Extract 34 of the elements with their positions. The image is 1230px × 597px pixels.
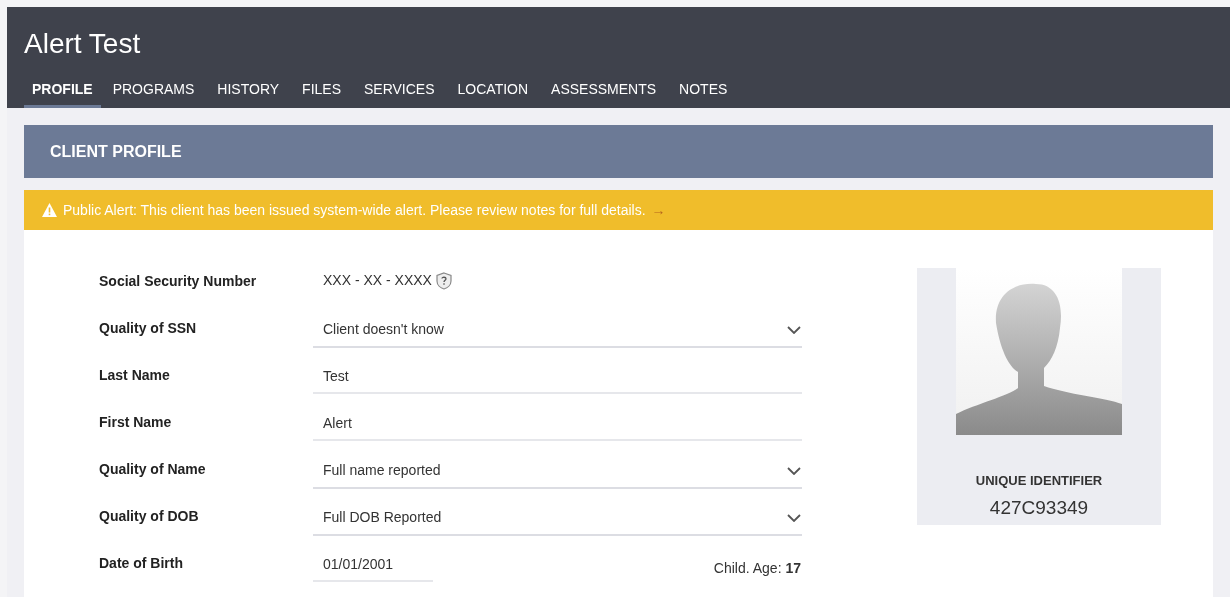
- field-label: Last Name: [99, 366, 171, 385]
- nav-tab[interactable]: PROGRAMS: [101, 73, 206, 108]
- nav-tab[interactable]: NOTES: [668, 73, 739, 108]
- nav-tab[interactable]: PROFILE: [24, 73, 101, 108]
- select-field[interactable]: Client doesn't know: [313, 313, 802, 348]
- page-title: Alert Test: [24, 27, 141, 61]
- field-label: First Name: [99, 413, 173, 432]
- text-field[interactable]: Test: [313, 359, 802, 394]
- shield-help-icon[interactable]: [435, 271, 452, 290]
- age-text: Child. Age: 17: [713, 559, 801, 578]
- nav-tab[interactable]: FILES: [291, 73, 352, 108]
- select-field[interactable]: Full name reported: [313, 454, 802, 489]
- field-label: Quality of Name: [99, 460, 207, 479]
- chevron-down-icon: [787, 325, 801, 334]
- nav-tab[interactable]: ASSESSMENTS: [540, 73, 668, 108]
- masked-ssn: XXX - XX - XXXX: [323, 271, 432, 290]
- nav-tab[interactable]: LOCATION: [446, 73, 540, 108]
- warning-icon: [42, 203, 57, 217]
- nav-tab[interactable]: HISTORY: [206, 73, 291, 108]
- alert-message: Public Alert: This client has been issued system-wide alert. Please review notes for full details.: [63, 200, 646, 220]
- avatar-icon: [956, 268, 1122, 435]
- date-field[interactable]: 01/01/2001: [313, 547, 433, 582]
- text-field[interactable]: Alert: [313, 406, 802, 441]
- field-label: Social Security Number: [99, 272, 258, 291]
- chevron-down-icon: [787, 466, 801, 475]
- field-label: Date of Birth: [99, 554, 184, 573]
- identifier-value: 427C93349: [989, 495, 1089, 520]
- field-label: Quality of DOB: [99, 507, 200, 526]
- identifier-label: UNIQUE IDENTIFIER: [975, 472, 1103, 490]
- select-field[interactable]: Full DOB Reported: [313, 501, 802, 536]
- chevron-down-icon: [787, 513, 801, 522]
- field-label: Quality of SSN: [99, 319, 198, 338]
- nav-tab[interactable]: SERVICES: [353, 73, 446, 108]
- section-title: CLIENT PROFILE: [50, 141, 182, 162]
